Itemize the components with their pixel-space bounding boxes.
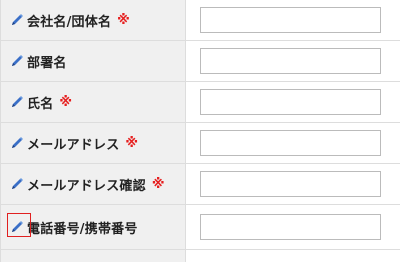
required-mark: ※ bbox=[125, 135, 139, 151]
form-row-next bbox=[1, 250, 400, 262]
required-mark: ※ bbox=[59, 94, 73, 110]
field-label: 電話番号/携帯番号 bbox=[27, 221, 138, 237]
label-cell-email: メールアドレス ※ bbox=[1, 123, 186, 163]
email-confirm-field[interactable] bbox=[200, 171, 381, 197]
label-cell-next bbox=[1, 250, 186, 262]
name-field[interactable] bbox=[200, 89, 381, 115]
pencil-icon bbox=[9, 176, 25, 192]
input-cell-email bbox=[186, 123, 400, 163]
input-cell-department bbox=[186, 41, 400, 81]
phone-field[interactable] bbox=[200, 214, 381, 240]
field-label: 部署名 bbox=[27, 55, 67, 71]
label-cell-department: 部署名 bbox=[1, 41, 186, 81]
field-label: 氏名 bbox=[27, 96, 54, 112]
input-cell-email-confirm bbox=[186, 164, 400, 204]
field-label: メールアドレス bbox=[27, 137, 120, 153]
label-cell-email-confirm: メールアドレス確認 ※ bbox=[1, 164, 186, 204]
input-cell-name bbox=[186, 82, 400, 122]
company-name-field[interactable] bbox=[200, 7, 381, 33]
field-label: 会社名/団体名 bbox=[27, 14, 112, 30]
email-field[interactable] bbox=[200, 130, 381, 156]
form-row-company: 会社名/団体名 ※ bbox=[1, 0, 400, 41]
required-mark: ※ bbox=[151, 176, 165, 192]
label-cell-company: 会社名/団体名 ※ bbox=[1, 0, 186, 40]
pencil-icon bbox=[9, 219, 25, 235]
department-field[interactable] bbox=[200, 48, 381, 74]
input-cell-company bbox=[186, 0, 400, 40]
label-cell-phone: 電話番号/携帯番号 bbox=[1, 205, 186, 249]
contact-form: 会社名/団体名 ※ 部署名 氏名 ※ メールアドレス ※ メールアドレス確認 ※… bbox=[0, 0, 400, 262]
pencil-icon bbox=[9, 53, 25, 69]
pencil-icon bbox=[9, 135, 25, 151]
form-row-department: 部署名 bbox=[1, 41, 400, 82]
form-row-name: 氏名 ※ bbox=[1, 82, 400, 123]
input-cell-next bbox=[186, 250, 400, 262]
label-cell-name: 氏名 ※ bbox=[1, 82, 186, 122]
required-mark: ※ bbox=[117, 12, 130, 28]
pencil-icon bbox=[9, 12, 25, 28]
field-label: メールアドレス確認 bbox=[27, 178, 146, 194]
form-row-phone: 電話番号/携帯番号 bbox=[1, 205, 400, 250]
pencil-icon bbox=[9, 94, 25, 110]
form-row-email: メールアドレス ※ bbox=[1, 123, 400, 164]
input-cell-phone bbox=[186, 205, 400, 249]
form-row-email-confirm: メールアドレス確認 ※ bbox=[1, 164, 400, 205]
